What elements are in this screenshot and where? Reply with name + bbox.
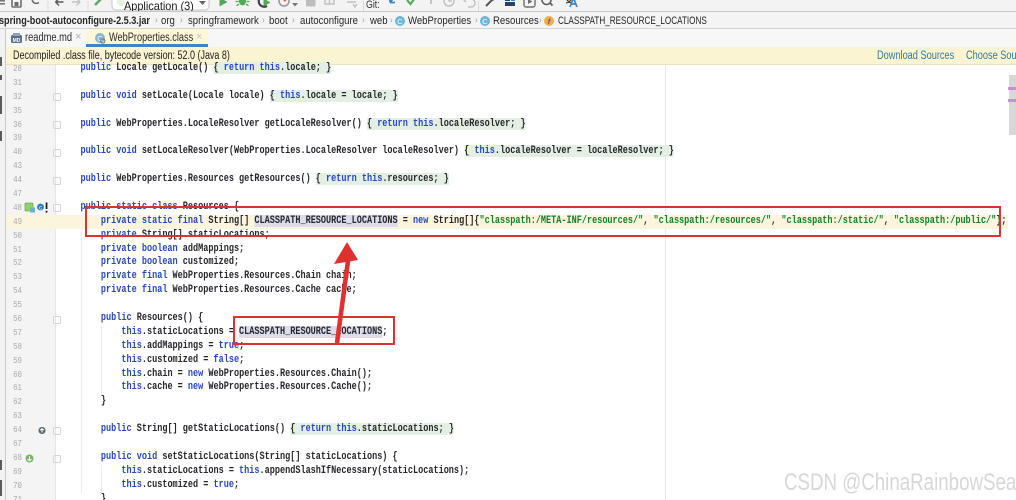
svg-text:MD: MD bbox=[13, 38, 21, 44]
svg-text:c: c bbox=[39, 205, 42, 211]
svg-text:C: C bbox=[397, 16, 403, 25]
svg-text:C: C bbox=[482, 16, 488, 25]
